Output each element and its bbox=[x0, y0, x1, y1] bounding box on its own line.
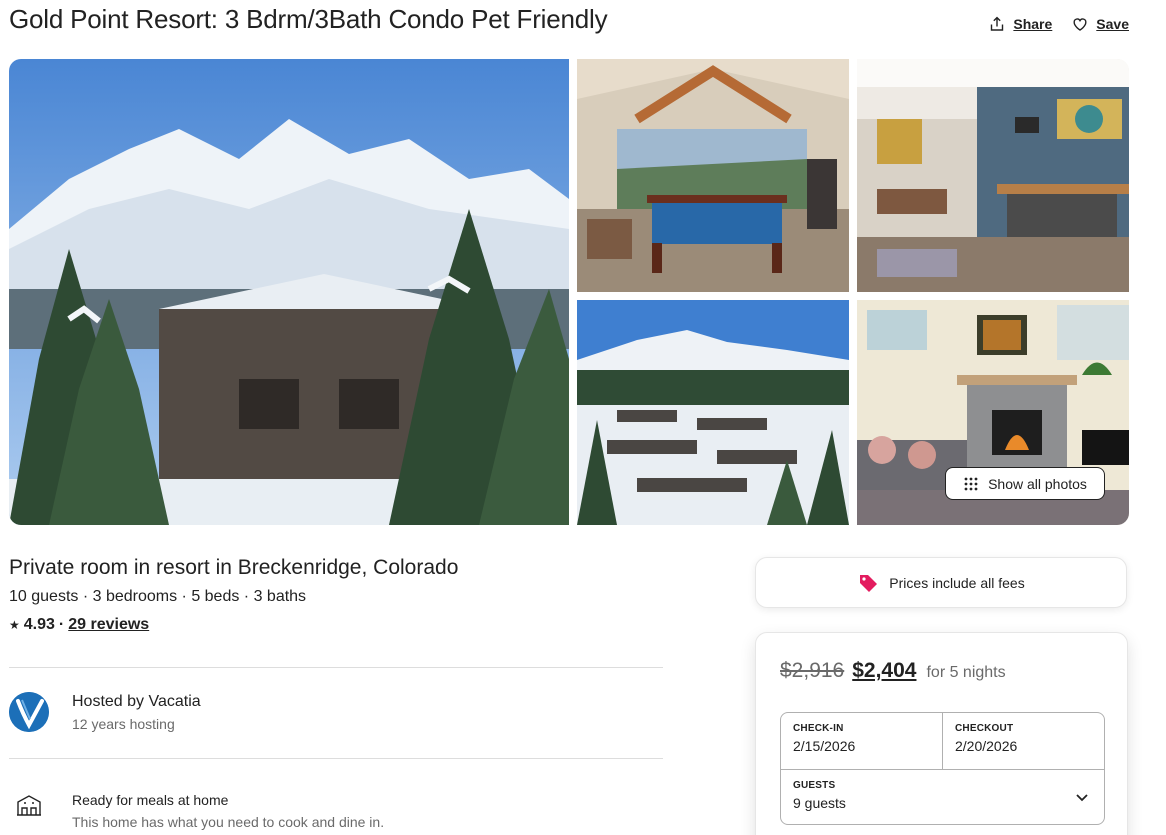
booking-card: $2,916 $2,404 for 5 nights CHECK-IN 2/15… bbox=[755, 632, 1128, 835]
section-divider bbox=[9, 667, 663, 668]
feature-description: This home has what you need to cook and … bbox=[72, 814, 385, 830]
save-button[interactable]: Save bbox=[1072, 14, 1129, 34]
listing-subtitle: Private room in resort in Breckenridge, … bbox=[9, 556, 459, 579]
checkout-field[interactable]: CHECKOUT 2/20/2026 bbox=[943, 713, 1104, 769]
rating-summary: ★ 4.93 · 29 reviews bbox=[9, 616, 149, 634]
host-name: Hosted by Vacatia bbox=[72, 693, 201, 710]
show-all-photos-label: Show all photos bbox=[988, 475, 1087, 492]
share-label: Share bbox=[1013, 16, 1053, 32]
chevron-down-icon bbox=[1076, 794, 1088, 802]
price-suffix: for 5 nights bbox=[926, 664, 1006, 681]
photo-lobby[interactable] bbox=[857, 59, 1129, 292]
checkin-label: CHECK-IN bbox=[793, 723, 844, 734]
booking-form: CHECK-IN 2/15/2026 CHECKOUT 2/20/2026 GU… bbox=[780, 712, 1105, 825]
star-icon: ★ bbox=[9, 618, 20, 632]
kitchen-icon bbox=[17, 795, 41, 816]
share-icon bbox=[991, 16, 1004, 31]
guests-label: GUESTS bbox=[793, 780, 836, 791]
checkin-field[interactable]: CHECK-IN 2/15/2026 bbox=[781, 713, 943, 769]
listing-title: Gold Point Resort: 3 Bdrm/3Bath Condo Pe… bbox=[9, 4, 608, 34]
host-years: 12 years hosting bbox=[72, 716, 175, 732]
heart-icon bbox=[1073, 18, 1087, 31]
section-divider bbox=[9, 758, 663, 759]
feature-title: Ready for meals at home bbox=[72, 792, 229, 808]
price-tag-icon bbox=[860, 574, 878, 592]
discounted-price[interactable]: $2,404 bbox=[852, 659, 916, 683]
rating-separator: · bbox=[58, 616, 65, 633]
save-label: Save bbox=[1096, 16, 1129, 32]
checkout-label: CHECKOUT bbox=[955, 723, 1014, 734]
grid-icon bbox=[964, 477, 978, 490]
fees-notice-text: Prices include all fees bbox=[889, 574, 1025, 591]
vacatia-logo-icon bbox=[9, 692, 49, 732]
rating-value: 4.93 bbox=[23, 616, 55, 633]
original-price: $2,916 bbox=[780, 659, 845, 682]
photo-gallery bbox=[9, 59, 1129, 525]
price-row: $2,916 $2,404 for 5 nights bbox=[780, 659, 1006, 683]
guests-value: 9 guests bbox=[793, 795, 846, 811]
listing-specs: 10 guests · 3 bedrooms · 5 beds · 3 bath… bbox=[9, 588, 307, 605]
reviews-link[interactable]: 29 reviews bbox=[68, 616, 149, 634]
fees-notice: Prices include all fees bbox=[755, 557, 1127, 608]
photo-game-room[interactable] bbox=[577, 59, 849, 292]
listing-actions: Share Save bbox=[989, 14, 1129, 34]
checkout-value: 2/20/2026 bbox=[955, 738, 1018, 754]
guests-select[interactable]: GUESTS 9 guests bbox=[781, 769, 1104, 824]
share-button[interactable]: Share bbox=[989, 14, 1052, 34]
show-all-photos-button[interactable]: Show all photos bbox=[945, 467, 1105, 500]
checkin-value: 2/15/2026 bbox=[793, 738, 856, 754]
photo-aerial-resort[interactable] bbox=[577, 300, 849, 525]
host-avatar[interactable] bbox=[9, 692, 49, 732]
photo-main-mountain-view[interactable] bbox=[9, 59, 569, 525]
